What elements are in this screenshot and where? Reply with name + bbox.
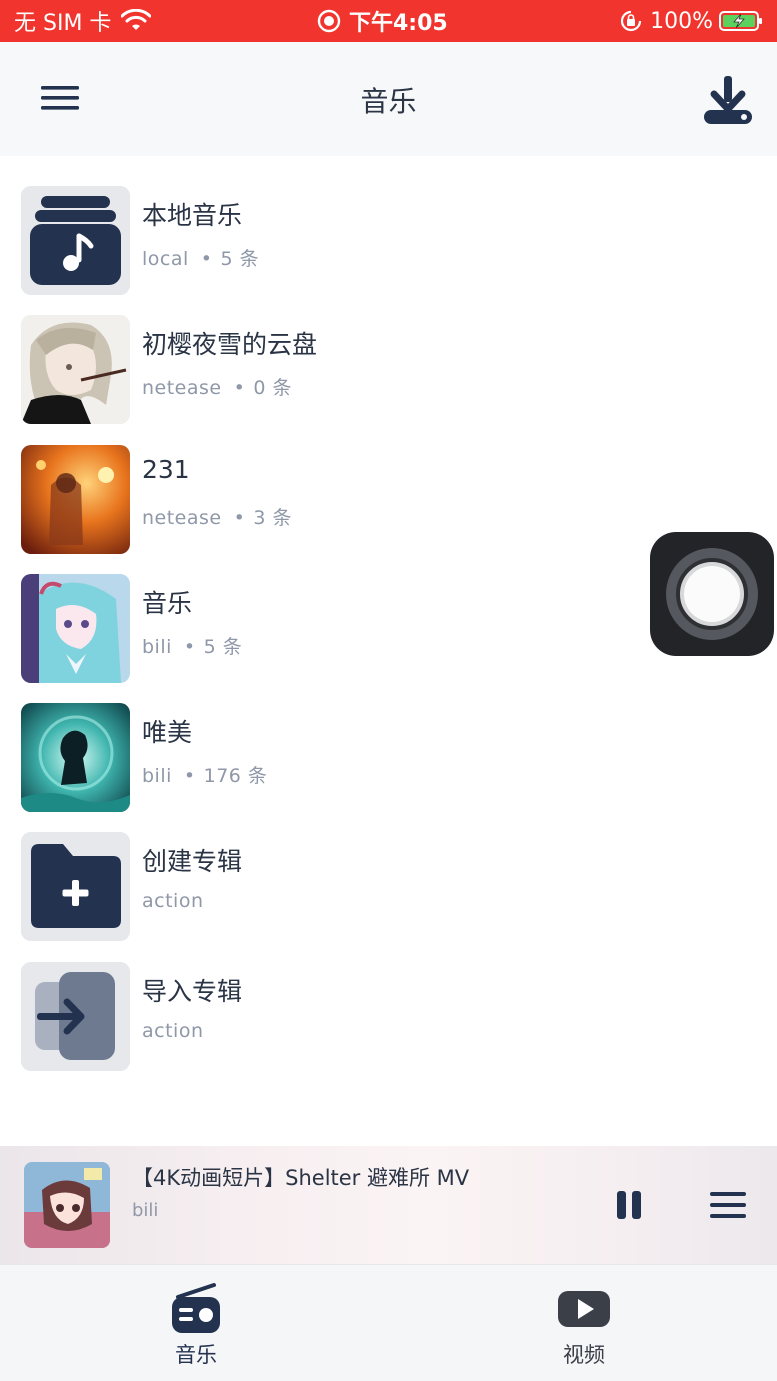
separator-dot: • xyxy=(200,248,213,270)
playlist-queue-icon[interactable] xyxy=(708,1188,748,1222)
import-icon xyxy=(21,962,130,1071)
album-item-231[interactable]: 231 netease • 3 条 xyxy=(0,429,777,554)
album-meta: netease • 0 条 xyxy=(142,373,292,400)
clock: 下午4:05 xyxy=(349,11,448,36)
album-count: 176 条 xyxy=(203,765,268,787)
now-playing-cover xyxy=(24,1162,110,1248)
video-play-icon xyxy=(558,1291,610,1327)
album-meta: bili • 5 条 xyxy=(142,632,242,659)
tab-music[interactable]: 音乐 xyxy=(116,1277,276,1373)
tab-label: 音乐 xyxy=(175,1343,217,1367)
album-meta: netease • 3 条 xyxy=(142,503,292,530)
tab-video[interactable]: 视频 xyxy=(504,1277,664,1373)
mini-player[interactable]: 【4K动画短片】Shelter 避难所 MV bili xyxy=(0,1146,777,1264)
bottom-tab-bar: 音乐 视频 xyxy=(0,1264,777,1381)
separator-dot: • xyxy=(233,377,246,399)
page-title: 音乐 xyxy=(360,85,417,118)
status-left: 无 SIM 卡 xyxy=(14,6,152,36)
album-title: 唯美 xyxy=(142,718,193,747)
album-source: bili xyxy=(142,765,172,787)
album-meta: action xyxy=(142,1020,203,1042)
local-music-icon xyxy=(21,186,130,295)
album-source: action xyxy=(142,1020,204,1042)
carrier-label: 无 SIM 卡 xyxy=(14,11,112,36)
blue-hair-girl-cover xyxy=(21,574,130,683)
album-count: 5 条 xyxy=(220,248,260,270)
wifi-icon xyxy=(121,9,152,30)
tab-label: 视频 xyxy=(563,1343,605,1367)
album-count: 0 条 xyxy=(253,377,292,399)
assistive-touch-button[interactable] xyxy=(650,532,774,656)
album-count: 5 条 xyxy=(203,636,243,658)
separator-dot: • xyxy=(233,507,246,529)
album-source: bili xyxy=(142,636,172,658)
status-bar: 无 SIM 卡 下午4:05 100% xyxy=(0,0,777,42)
create-folder-icon xyxy=(21,832,130,941)
now-playing-source: bili xyxy=(132,1200,159,1221)
album-item-aesthetic[interactable]: 唯美 bili • 176 条 xyxy=(0,687,777,812)
download-icon[interactable] xyxy=(700,72,756,128)
album-source: netease xyxy=(142,377,222,399)
album-source: action xyxy=(142,890,204,912)
create-album-item[interactable]: 创建专辑 action xyxy=(0,816,777,941)
album-meta: action xyxy=(142,890,203,912)
album-title: 导入专辑 xyxy=(142,977,243,1006)
app-bar: 音乐 xyxy=(0,42,777,156)
album-title: 创建专辑 xyxy=(142,847,243,876)
battery-percent: 100% xyxy=(650,8,713,34)
album-title: 本地音乐 xyxy=(142,201,243,230)
album-item-local-music[interactable]: 本地音乐 local • 5 条 xyxy=(0,170,777,295)
album-count: 3 条 xyxy=(253,507,292,529)
status-center: 下午4:05 xyxy=(317,6,448,36)
teal-silhouette-cover xyxy=(21,703,130,812)
orange-lantern-cover xyxy=(21,445,130,554)
album-source: netease xyxy=(142,507,222,529)
album-meta: bili • 176 条 xyxy=(142,761,267,788)
pause-icon[interactable] xyxy=(612,1188,646,1222)
album-meta: local • 5 条 xyxy=(142,244,259,271)
battery-charging-icon xyxy=(719,11,762,31)
radio-icon xyxy=(172,1283,220,1333)
anime-girl-cover xyxy=(21,315,130,424)
album-source: local xyxy=(142,248,189,270)
screen-record-icon xyxy=(317,9,341,33)
now-playing-title: 【4K动画短片】Shelter 避难所 MV xyxy=(132,1166,470,1190)
album-title: 231 xyxy=(142,455,190,484)
album-title: 初樱夜雪的云盘 xyxy=(142,330,318,359)
orientation-lock-icon xyxy=(621,10,642,32)
album-item-cloud-disk[interactable]: 初樱夜雪的云盘 netease • 0 条 xyxy=(0,299,777,424)
status-right: 100% xyxy=(620,6,763,36)
album-title: 音乐 xyxy=(142,589,193,618)
separator-dot: • xyxy=(183,636,196,658)
import-album-item[interactable]: 导入专辑 action xyxy=(0,946,777,1071)
separator-dot: • xyxy=(183,765,196,787)
